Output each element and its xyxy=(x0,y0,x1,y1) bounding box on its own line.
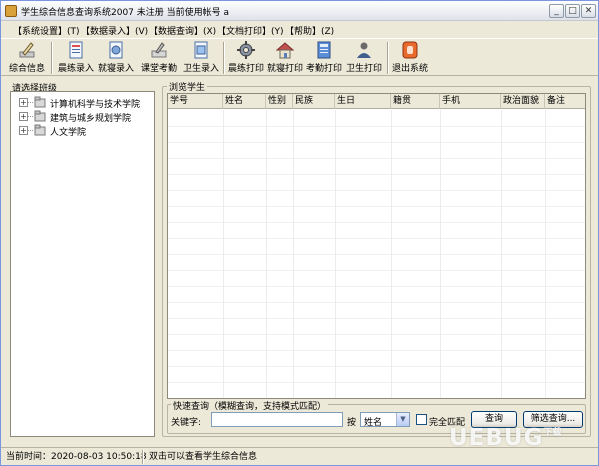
grid-column-line xyxy=(545,110,546,398)
keyword-input[interactable] xyxy=(211,412,343,427)
grid-row-line xyxy=(168,126,585,127)
menu-data-query[interactable]: 【数据查询】(X) xyxy=(149,24,216,37)
grid-row-line xyxy=(168,254,585,255)
toolbar-dorm-print-button[interactable]: 就寝打印 xyxy=(266,40,304,76)
grid-row-line xyxy=(168,302,585,303)
toolbar-exit-button[interactable]: 退出系统 xyxy=(391,40,429,76)
person-icon xyxy=(357,42,371,58)
grid-row-line xyxy=(168,222,585,223)
grid-row-line xyxy=(168,366,585,367)
tree-connector xyxy=(28,102,33,103)
column-header-gender[interactable]: 性别 xyxy=(266,94,293,109)
toolbar-class-attendance-button[interactable]: 课堂考勤 xyxy=(139,40,179,76)
expand-icon[interactable]: + xyxy=(19,98,28,107)
keyword-label: 关键字: xyxy=(171,418,202,428)
column-header-ethnicity[interactable]: 民族 xyxy=(293,94,335,109)
grid-column-line xyxy=(293,110,294,398)
column-header-name[interactable]: 姓名 xyxy=(223,94,266,109)
grid-column-line xyxy=(335,110,336,398)
expand-icon[interactable]: + xyxy=(19,126,28,135)
grid-column-line xyxy=(223,110,224,398)
expand-icon[interactable]: + xyxy=(19,112,28,121)
column-header-birthday[interactable]: 生日 xyxy=(335,94,391,109)
grid-row-line xyxy=(168,206,585,207)
watermark-logo: UEBUG下载 xyxy=(449,425,562,451)
menu-help[interactable]: 【帮助】(Z) xyxy=(285,24,334,37)
column-header-hometown[interactable]: 籍贯 xyxy=(391,94,440,109)
document-icon xyxy=(109,41,123,59)
toolbar-hygiene-entry-button[interactable]: 卫生录入 xyxy=(182,40,220,76)
field-select-value: 姓名 xyxy=(364,418,383,428)
folder-icon xyxy=(34,96,46,108)
chevron-down-icon[interactable]: ▼ xyxy=(396,413,409,426)
toolbar-morning-entry-button[interactable]: 晨练录入 xyxy=(57,40,95,76)
tree-connector xyxy=(28,116,33,117)
close-button[interactable]: ✕ xyxy=(581,4,596,18)
home-icon xyxy=(275,42,295,59)
toolbar: 综合信息 晨练录入 就寝录入 课堂考勤 卫生录入 晨练打印 就寝打印 考勤打印 … xyxy=(1,38,598,76)
exact-match-checkbox[interactable] xyxy=(416,414,427,425)
book-icon xyxy=(317,41,331,59)
column-header-remarks[interactable]: 备注 xyxy=(545,94,585,109)
status-hint: 双击可以查看学生综合信息 xyxy=(149,452,258,462)
grid-column-line xyxy=(266,110,267,398)
column-header-phone[interactable]: 手机 xyxy=(440,94,501,109)
grid-row-line xyxy=(168,190,585,191)
toolbar-morning-print-button[interactable]: 晨练打印 xyxy=(227,40,265,76)
main-window: 学生综合信息查询系统2007 未注册 当前使用帐号 a _ □ ✕ 【系统设置】… xyxy=(0,0,599,466)
grid-row-line xyxy=(168,142,585,143)
menu-data-entry[interactable]: 【数据录入】(V) xyxy=(81,24,148,37)
folder-icon xyxy=(34,124,46,136)
tree-connector xyxy=(28,130,33,131)
grid-row-line xyxy=(168,382,585,383)
title-bar: 学生综合信息查询系统2007 未注册 当前使用帐号 a _ □ ✕ xyxy=(1,1,598,21)
pen-icon xyxy=(19,42,35,58)
table-header: 学号 姓名 性别 民族 生日 籍贯 手机 政治面貌 备注 xyxy=(168,94,585,109)
menu-document-print[interactable]: 【文档打印】(Y) xyxy=(217,24,284,37)
field-select[interactable]: 姓名 ▼ xyxy=(360,412,410,428)
grid-row-line xyxy=(168,238,585,239)
folder-icon xyxy=(34,110,46,122)
grid-column-line xyxy=(440,110,441,398)
grid-row-line xyxy=(168,270,585,271)
toolbar-separator xyxy=(387,42,389,74)
by-label: 按 xyxy=(347,418,357,428)
column-header-political-status[interactable]: 政治面貌 xyxy=(501,94,545,109)
grid-row-line xyxy=(168,158,585,159)
pen-icon xyxy=(151,42,167,58)
student-table[interactable]: 学号 姓名 性别 民族 生日 籍贯 手机 政治面貌 备注 xyxy=(167,93,586,399)
grid-row-line xyxy=(168,174,585,175)
quick-query-label: 快速查询（模糊查询，支持模式匹配） xyxy=(171,399,329,412)
toolbar-dorm-entry-button[interactable]: 就寝录入 xyxy=(97,40,135,76)
column-header-student-id[interactable]: 学号 xyxy=(168,94,223,109)
status-time: 当前时间：2020-08-03 10:50:18 xyxy=(6,452,147,462)
toolbar-overview-button[interactable]: 综合信息 xyxy=(7,40,47,76)
maximize-button[interactable]: □ xyxy=(565,4,580,18)
menu-bar: 【系统设置】(T) 【数据录入】(V) 【数据查询】(X) 【文档打印】(Y) … xyxy=(1,22,598,38)
status-separator xyxy=(142,450,144,464)
menu-system-settings[interactable]: 【系统设置】(T) xyxy=(13,24,80,37)
app-icon xyxy=(5,5,17,17)
window-title: 学生综合信息查询系统2007 未注册 当前使用帐号 a xyxy=(21,8,230,18)
document-icon xyxy=(194,41,208,59)
toolbar-attendance-print-button[interactable]: 考勤打印 xyxy=(305,40,343,76)
grid-row-line xyxy=(168,318,585,319)
gear-icon xyxy=(237,41,255,59)
table-body[interactable] xyxy=(168,110,585,398)
document-icon xyxy=(69,41,83,59)
minimize-button[interactable]: _ xyxy=(549,4,564,18)
grid-column-line xyxy=(501,110,502,398)
grid-row-line xyxy=(168,350,585,351)
exit-icon xyxy=(402,41,418,59)
grid-row-line xyxy=(168,286,585,287)
grid-column-line xyxy=(391,110,392,398)
toolbar-separator xyxy=(223,42,225,74)
browse-students-label: 浏览学生 xyxy=(167,80,208,93)
toolbar-hygiene-print-button[interactable]: 卫生打印 xyxy=(345,40,383,76)
grid-row-line xyxy=(168,334,585,335)
class-tree[interactable]: + 计算机科学与技术学院 + 建筑与城乡规划学院 + 人文学院 xyxy=(10,91,155,437)
toolbar-separator xyxy=(51,42,53,74)
